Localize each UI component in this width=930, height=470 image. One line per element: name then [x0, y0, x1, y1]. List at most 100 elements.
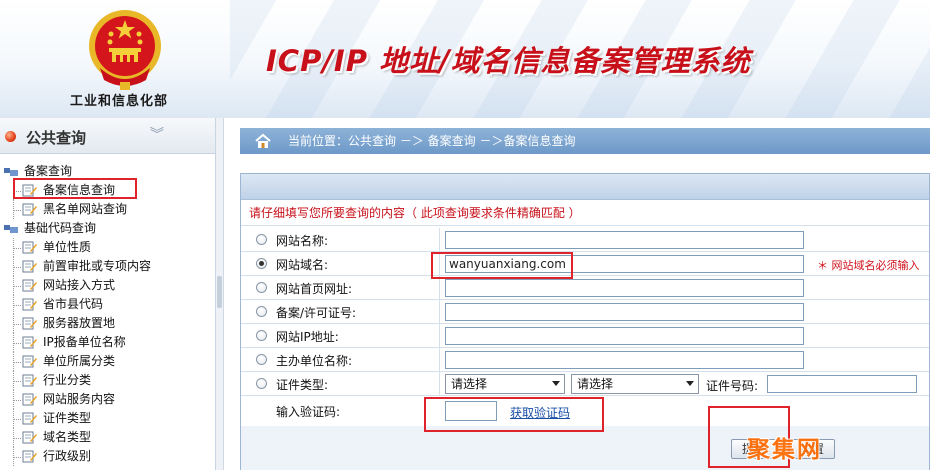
sidebar-item-label: 证件类型	[43, 411, 92, 425]
sidebar-item-ip-report-unit[interactable]: IP报备单位名称	[0, 333, 215, 352]
document-pencil-icon	[22, 298, 37, 311]
input-site-name[interactable]	[445, 231, 804, 249]
form-instruction: 请仔细填写您所要查询的内容（ 此项查询要求条件精确匹配 ）	[241, 200, 929, 226]
select-cert-category[interactable]: 请选择	[445, 374, 565, 394]
national-emblem-icon	[89, 10, 161, 90]
left-sidebar: 公共查询 ︾ 备案查询 备案信息查询 黑名单网站查询 基础代码查询 单位性质 前…	[0, 118, 216, 470]
sidebar-item-label: 单位所属分类	[43, 354, 116, 368]
label-site-ip: 网站IP地址:	[276, 330, 339, 344]
input-homepage-url[interactable]	[445, 279, 804, 297]
label-license-no: 备案/许可证号:	[276, 306, 357, 320]
button-bar: 提交 重置	[241, 426, 929, 470]
select-cert-type[interactable]: 请选择	[571, 374, 699, 394]
radio-license-no[interactable]	[256, 306, 267, 317]
sidebar-item-label: 服务器放置地	[43, 316, 116, 330]
orange-dot-icon	[5, 131, 16, 142]
label-captcha: 输入验证码:	[276, 405, 341, 419]
label-cert-type: 证件类型:	[276, 378, 329, 392]
input-host-unit[interactable]	[445, 351, 804, 369]
label-cert-number: 证件号码:	[706, 379, 759, 393]
radio-site-name[interactable]	[256, 234, 267, 245]
panel-header-bar	[241, 174, 929, 200]
sidebar-item-label: 域名类型	[43, 430, 92, 444]
document-pencil-icon	[22, 203, 37, 216]
highlight-box-captcha	[424, 397, 604, 432]
row-site-domain: 网站域名: ＊ 网站域名必须输入	[241, 252, 929, 276]
row-cert-type: 证件类型: 请选择 请选择 证件号码:	[241, 372, 929, 396]
breadcrumb-path: 当前位置：公共查询 －＞ 备案查询 －＞备案信息查询	[288, 134, 576, 148]
input-cert-number[interactable]	[767, 375, 917, 393]
sidebar-item-label: 前置审批或专项内容	[43, 259, 152, 273]
tree-group-label: 基础代码查询	[24, 221, 97, 235]
sidebar-item-label: 网站接入方式	[43, 278, 116, 292]
document-pencil-icon	[22, 431, 37, 444]
sidebar-item-label: IP报备单位名称	[43, 335, 126, 349]
document-pencil-icon	[22, 412, 37, 425]
sidebar-item-label: 网站服务内容	[43, 392, 116, 406]
home-icon[interactable]	[254, 132, 272, 150]
radio-host-unit[interactable]	[256, 354, 267, 365]
sidebar-item-service-content[interactable]: 网站服务内容	[0, 390, 215, 409]
sidebar-item-pre-approval[interactable]: 前置审批或专项内容	[0, 257, 215, 276]
sidebar-item-admin-level[interactable]: 行政级别	[0, 447, 215, 466]
document-pencil-icon	[22, 279, 37, 292]
document-pencil-icon	[22, 336, 37, 349]
nav-tree: 备案查询 备案信息查询 黑名单网站查询 基础代码查询 单位性质 前置审批或专项内…	[0, 154, 215, 466]
document-pencil-icon	[22, 241, 37, 254]
document-pencil-icon	[22, 393, 37, 406]
tree-group-basic-code-query[interactable]: 基础代码查询	[0, 219, 215, 238]
tree-group-label: 备案查询	[24, 164, 73, 178]
document-pencil-icon	[22, 355, 37, 368]
sidebar-item-unit-category[interactable]: 单位所属分类	[0, 352, 215, 371]
sidebar-item-unit-nature[interactable]: 单位性质	[0, 238, 215, 257]
input-site-ip[interactable]	[445, 327, 804, 345]
row-license-no: 备案/许可证号:	[241, 300, 929, 324]
radio-site-domain[interactable]	[256, 258, 267, 269]
radio-cert-type[interactable]	[256, 378, 267, 389]
sidebar-item-industry[interactable]: 行业分类	[0, 371, 215, 390]
document-pencil-icon	[22, 317, 37, 330]
domain-required-hint: ＊ 网站域名必须输入	[817, 259, 920, 272]
input-license-no[interactable]	[445, 303, 804, 321]
ministry-name: 工业和信息化部	[70, 94, 169, 109]
document-pencil-icon	[22, 260, 37, 273]
dropdown-arrow-icon	[552, 381, 560, 386]
sidebar-item-blacklist-query[interactable]: 黑名单网站查询	[0, 200, 215, 219]
label-site-domain: 网站域名:	[276, 258, 329, 272]
sidebar-item-cert-type[interactable]: 证件类型	[0, 409, 215, 428]
sidebar-splitter[interactable]	[216, 118, 224, 470]
system-title: ICP/IP 地址/域名信息备案管理系统	[266, 44, 751, 78]
splitter-grip-icon[interactable]	[217, 276, 222, 308]
sidebar-item-label: 黑名单网站查询	[43, 202, 128, 216]
label-host-unit: 主办单位名称:	[276, 354, 353, 368]
sidebar-item-label: 行业分类	[43, 373, 92, 387]
collapse-chevron-icon[interactable]: ︾	[150, 124, 164, 144]
folder-group-icon	[4, 168, 18, 176]
breadcrumb: 当前位置：公共查询 －＞ 备案查询 －＞备案信息查询	[240, 128, 930, 154]
radio-homepage-url[interactable]	[256, 282, 267, 293]
sidebar-item-server-location[interactable]: 服务器放置地	[0, 314, 215, 333]
row-host-unit: 主办单位名称:	[241, 348, 929, 372]
dropdown-arrow-icon	[686, 381, 694, 386]
highlight-box-selected-item	[13, 178, 137, 199]
site-header: 工业和信息化部 ICP/IP 地址/域名信息备案管理系统	[0, 0, 930, 118]
sidebar-item-label: 单位性质	[43, 240, 92, 254]
folder-group-icon	[4, 225, 18, 233]
watermark-text: 聚集网	[747, 437, 822, 463]
sidebar-item-label: 行政级别	[43, 449, 92, 463]
sidebar-item-label: 省市县代码	[43, 297, 104, 311]
sidebar-header[interactable]: 公共查询 ︾	[0, 118, 215, 154]
sidebar-item-domain-type[interactable]: 域名类型	[0, 428, 215, 447]
sidebar-title: 公共查询	[26, 129, 87, 147]
row-site-ip: 网站IP地址:	[241, 324, 929, 348]
label-site-name: 网站名称:	[276, 234, 329, 248]
sidebar-item-access-method[interactable]: 网站接入方式	[0, 276, 215, 295]
row-site-name: 网站名称:	[241, 228, 929, 252]
radio-site-ip[interactable]	[256, 330, 267, 341]
highlight-box-domain-input	[431, 252, 573, 279]
document-pencil-icon	[22, 450, 37, 463]
row-homepage-url: 网站首页网址:	[241, 276, 929, 300]
document-pencil-icon	[22, 374, 37, 387]
sidebar-item-region-code[interactable]: 省市县代码	[0, 295, 215, 314]
label-homepage-url: 网站首页网址:	[276, 282, 353, 296]
